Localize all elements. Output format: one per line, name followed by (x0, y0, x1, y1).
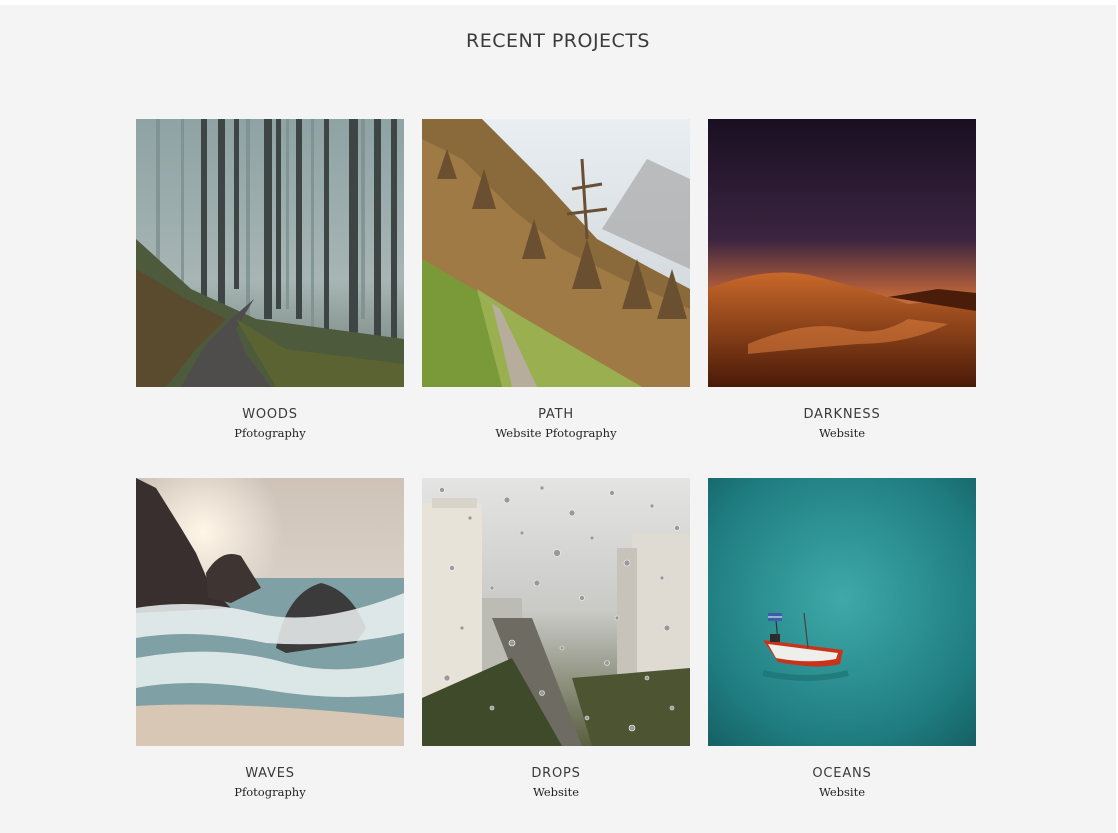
caption-woods: WOODS Pfotography (136, 407, 404, 440)
project-category[interactable]: Website Pfotography (422, 426, 690, 440)
projects-grid: WOODS Pfotography PATH Website Pfotograp… (136, 119, 976, 799)
project-title[interactable]: DROPS (422, 766, 690, 781)
caption-oceans: OCEANS Website (708, 766, 976, 799)
project-category[interactable]: Website (422, 785, 690, 799)
waves-image[interactable] (136, 478, 404, 746)
project-category[interactable]: Pfotography (136, 785, 404, 799)
oceans-image[interactable] (708, 478, 976, 746)
project-card-darkness[interactable]: DARKNESS Website (708, 119, 976, 440)
caption-waves: WAVES Pfotography (136, 766, 404, 799)
project-card-oceans[interactable]: OCEANS Website (708, 478, 976, 799)
section-title: RECENT PROJECTS (466, 30, 650, 52)
project-card-drops[interactable]: DROPS Website (422, 478, 690, 799)
drops-image[interactable] (422, 478, 690, 746)
caption-drops: DROPS Website (422, 766, 690, 799)
project-category[interactable]: Pfotography (136, 426, 404, 440)
woods-image[interactable] (136, 119, 404, 387)
recent-projects-section: RECENT PROJECTS WOODS Pfotography PATH W… (0, 5, 1116, 833)
project-card-woods[interactable]: WOODS Pfotography (136, 119, 404, 440)
caption-path: PATH Website Pfotography (422, 407, 690, 440)
project-title[interactable]: WAVES (136, 766, 404, 781)
project-category[interactable]: Website (708, 426, 976, 440)
project-title[interactable]: DARKNESS (708, 407, 976, 422)
path-image[interactable] (422, 119, 690, 387)
project-category[interactable]: Website (708, 785, 976, 799)
project-title[interactable]: OCEANS (708, 766, 976, 781)
project-title[interactable]: WOODS (136, 407, 404, 422)
darkness-image[interactable] (708, 119, 976, 387)
project-title[interactable]: PATH (422, 407, 690, 422)
project-card-waves[interactable]: WAVES Pfotography (136, 478, 404, 799)
project-card-path[interactable]: PATH Website Pfotography (422, 119, 690, 440)
caption-darkness: DARKNESS Website (708, 407, 976, 440)
